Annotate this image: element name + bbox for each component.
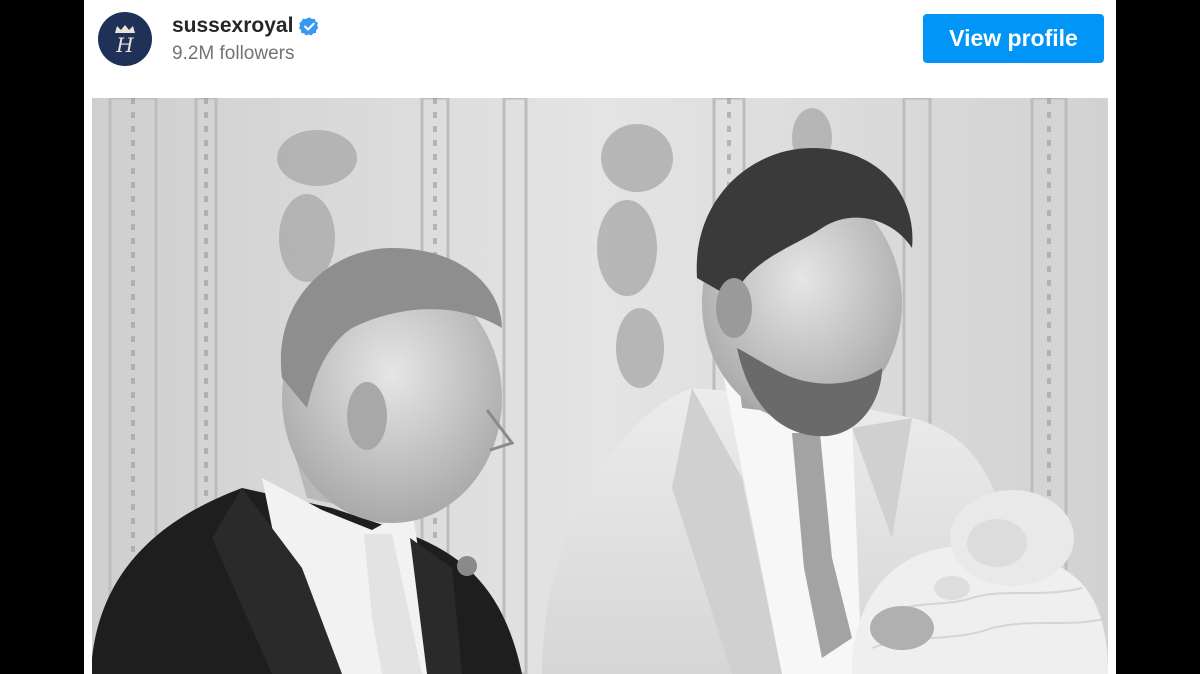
post-photo[interactable] <box>92 98 1108 674</box>
avatar-monogram: H <box>116 32 134 57</box>
verified-badge-icon <box>299 16 319 36</box>
photo-illustration <box>92 98 1108 674</box>
profile-avatar[interactable]: H <box>98 12 152 66</box>
screen: H sussexroyal 9.2M followers View profil… <box>0 0 1200 674</box>
handle-row: sussexroyal <box>172 13 320 39</box>
follower-count: 9.2M followers <box>172 43 295 64</box>
instagram-embed-card: H sussexroyal 9.2M followers View profil… <box>84 0 1116 674</box>
view-profile-button[interactable]: View profile <box>923 14 1104 63</box>
post-header: H sussexroyal 9.2M followers View profil… <box>84 0 1116 96</box>
crown-icon <box>115 24 135 33</box>
account-handle[interactable]: sussexroyal <box>172 13 293 39</box>
